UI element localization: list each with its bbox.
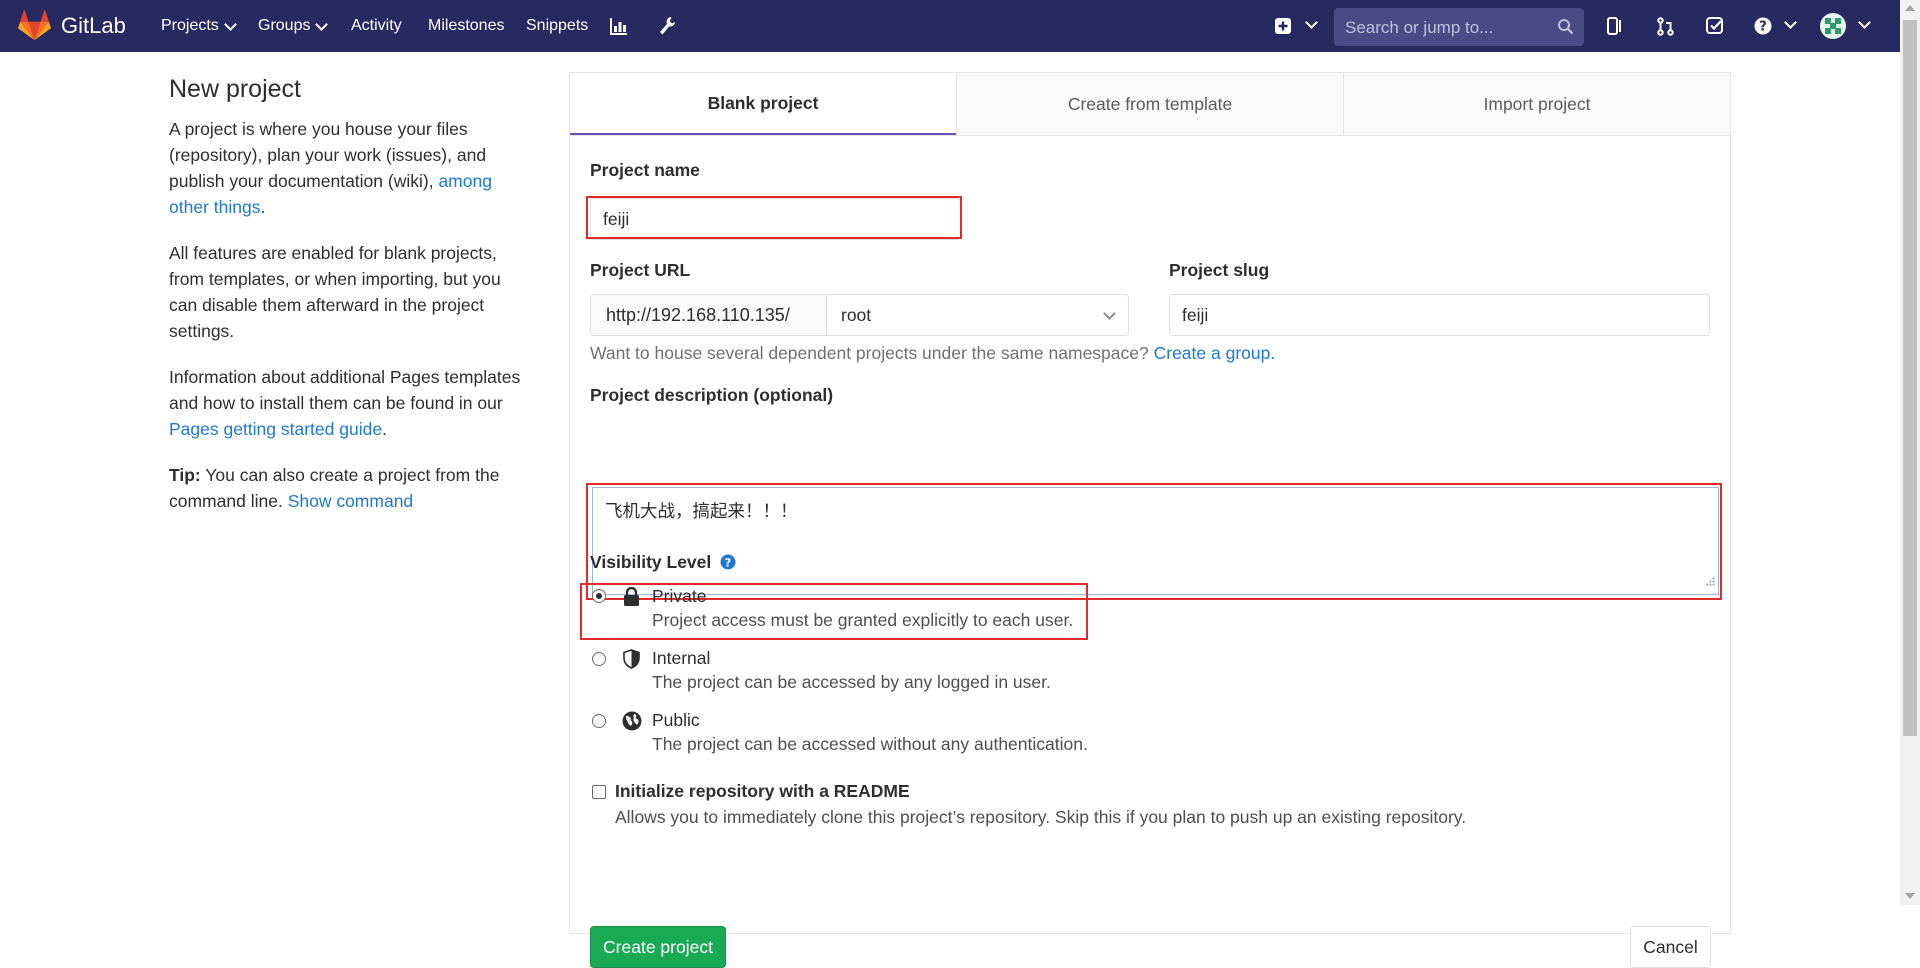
visibility-label: Visibility Level ? — [590, 552, 736, 575]
create-group-link[interactable]: Create a group. — [1154, 343, 1276, 363]
create-project-button[interactable]: Create project — [590, 926, 726, 968]
sidebar-toggle-icon[interactable] — [1607, 17, 1624, 40]
search-input[interactable]: Search or jump to... — [1334, 8, 1584, 46]
tab-blank-project[interactable]: Blank project — [570, 73, 956, 135]
pages-guide-link[interactable]: Pages getting started guide — [169, 419, 382, 439]
group-help-text: Want to house several dependent projects… — [590, 343, 1275, 364]
top-navbar: GitLab Projects Groups Activity Mileston… — [0, 0, 1920, 52]
scroll-down-icon[interactable] — [1905, 893, 1915, 899]
new-project-panel: Blank project Create from template Impor… — [569, 72, 1731, 968]
description-label: Project description (optional) — [590, 385, 834, 405]
intro-end: . — [260, 197, 266, 217]
globe-icon — [622, 711, 642, 736]
nav-groups-label: Groups — [258, 17, 311, 34]
blank-project-form: Project name feiji Project URL http://19… — [570, 136, 1730, 968]
nav-projects-dropdown[interactable]: Projects — [161, 17, 237, 35]
readme-desc: Allows you to immediately clone this pro… — [615, 807, 1467, 827]
chevron-down-icon — [1103, 307, 1116, 320]
svg-text:?: ? — [725, 555, 732, 569]
question-circle-icon[interactable]: ? — [720, 554, 736, 575]
namespace-value: root — [841, 304, 872, 325]
visibility-public-desc: The project can be accessed without any … — [652, 734, 1088, 754]
brand-name: GitLab — [61, 12, 126, 38]
chevron-down-icon — [223, 17, 237, 31]
chevron-down-icon[interactable] — [1858, 16, 1871, 29]
group-help-label: Want to house several dependent projects… — [590, 343, 1149, 363]
shield-icon — [623, 649, 640, 674]
project-name-label: Project name — [590, 160, 700, 180]
project-slug-label: Project slug — [1169, 260, 1270, 280]
intro-paragraph: A project is where you house your files … — [169, 116, 529, 220]
tip-paragraph: Tip: You can also create a project from … — [169, 462, 529, 514]
visibility-internal-radio[interactable] — [592, 652, 606, 666]
tab-import-project[interactable]: Import project — [1343, 73, 1730, 135]
chart-icon[interactable] — [610, 17, 628, 40]
new-project-info: New project A project is where you house… — [169, 72, 529, 534]
help-icon[interactable]: ? — [1754, 17, 1772, 40]
search-icon — [1557, 18, 1574, 40]
cancel-button[interactable]: Cancel — [1630, 926, 1711, 968]
highlight-box — [580, 583, 1088, 640]
pages-paragraph: Information about additional Pages templ… — [169, 364, 529, 442]
nav-groups-dropdown[interactable]: Groups — [258, 17, 329, 35]
tip-label: Tip: — [169, 465, 201, 485]
scroll-up-icon[interactable] — [1905, 5, 1915, 11]
plus-square-icon[interactable] — [1275, 18, 1291, 39]
visibility-public-title: Public — [652, 710, 700, 730]
visibility-label-text: Visibility Level — [590, 552, 712, 572]
highlight-box — [586, 196, 962, 239]
readme-label[interactable]: Initialize repository with a README — [615, 781, 910, 802]
nav-activity-link[interactable]: Activity — [351, 17, 402, 35]
nav-projects-label: Projects — [161, 17, 219, 34]
nav-snippets-link[interactable]: Snippets — [526, 17, 588, 35]
chevron-down-icon[interactable] — [1784, 16, 1797, 29]
features-paragraph: All features are enabled for blank proje… — [169, 243, 501, 341]
chevron-down-icon[interactable] — [1305, 16, 1318, 29]
wrench-icon[interactable] — [658, 16, 676, 41]
show-command-link[interactable]: Show command — [288, 491, 413, 511]
merge-request-icon[interactable] — [1657, 17, 1674, 41]
namespace-select[interactable]: root — [826, 294, 1129, 336]
chevron-down-icon — [315, 17, 329, 31]
visibility-internal-title: Internal — [652, 648, 711, 668]
visibility-internal-desc: The project can be accessed by any logge… — [652, 672, 1051, 692]
pages-text: Information about additional Pages templ… — [169, 367, 521, 413]
scrollbar-thumb[interactable] — [1903, 20, 1917, 736]
svg-text:?: ? — [1759, 20, 1767, 35]
gitlab-logo-icon — [18, 10, 51, 41]
nav-milestones-link[interactable]: Milestones — [428, 17, 504, 35]
tab-create-from-template[interactable]: Create from template — [956, 73, 1343, 135]
readme-checkbox[interactable] — [592, 785, 606, 799]
user-avatar[interactable] — [1820, 13, 1846, 44]
project-url-label: Project URL — [590, 260, 691, 280]
project-tabs: Blank project Create from template Impor… — [570, 73, 1730, 136]
url-prefix: http://192.168.110.135/ — [590, 294, 827, 336]
search-placeholder: Search or jump to... — [1345, 18, 1494, 37]
todo-check-icon[interactable] — [1706, 17, 1724, 40]
visibility-public-radio[interactable] — [592, 714, 606, 728]
project-slug-input[interactable]: feiji — [1169, 294, 1710, 336]
gitlab-home-link[interactable]: GitLab — [18, 10, 126, 41]
page-title: New project — [169, 75, 301, 103]
pages-end: . — [382, 419, 387, 439]
